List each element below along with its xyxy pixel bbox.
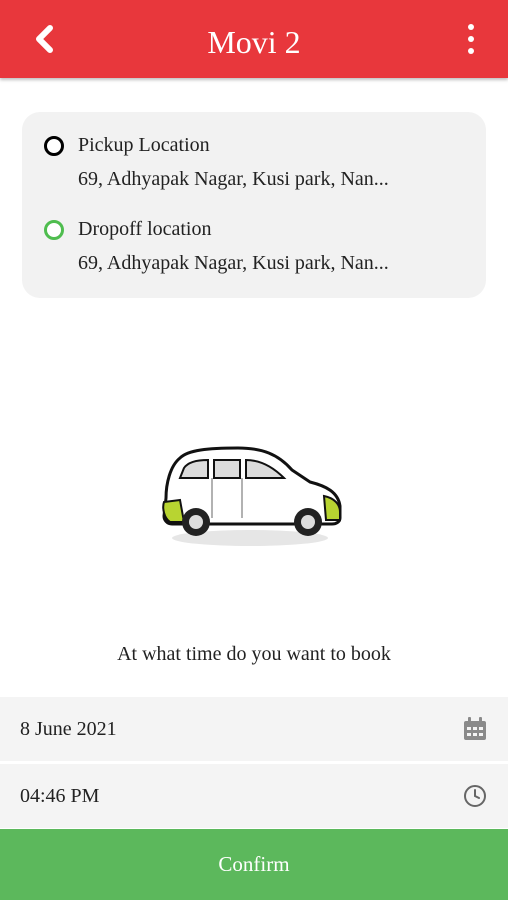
time-value: 04:46 PM xyxy=(20,785,100,807)
pickup-marker-icon xyxy=(44,136,64,156)
calendar-icon[interactable] xyxy=(462,716,488,742)
pickup-label: Pickup Location xyxy=(78,134,210,156)
more-vertical-icon[interactable] xyxy=(464,24,478,60)
clock-icon[interactable] xyxy=(462,783,488,809)
dropoff-address: 69, Adhyapak Nagar, Kusi park, Nan... xyxy=(78,252,389,274)
dropoff-label: Dropoff location xyxy=(78,218,212,240)
booking-question: At what time do you want to book xyxy=(117,643,391,665)
date-field[interactable]: 8 June 2021 xyxy=(0,697,508,761)
time-field[interactable]: 04:46 PM xyxy=(0,764,508,828)
dropoff-marker-icon xyxy=(44,220,64,240)
app-bar: Movi 2 xyxy=(0,0,508,78)
car-illustration xyxy=(162,446,342,546)
confirm-button[interactable]: Confirm xyxy=(0,829,508,900)
pickup-address: 69, Adhyapak Nagar, Kusi park, Nan... xyxy=(78,168,389,190)
date-value: 8 June 2021 xyxy=(20,718,117,740)
location-card: Pickup Location 69, Adhyapak Nagar, Kusi… xyxy=(22,112,486,298)
page-title: Movi 2 xyxy=(207,24,301,60)
